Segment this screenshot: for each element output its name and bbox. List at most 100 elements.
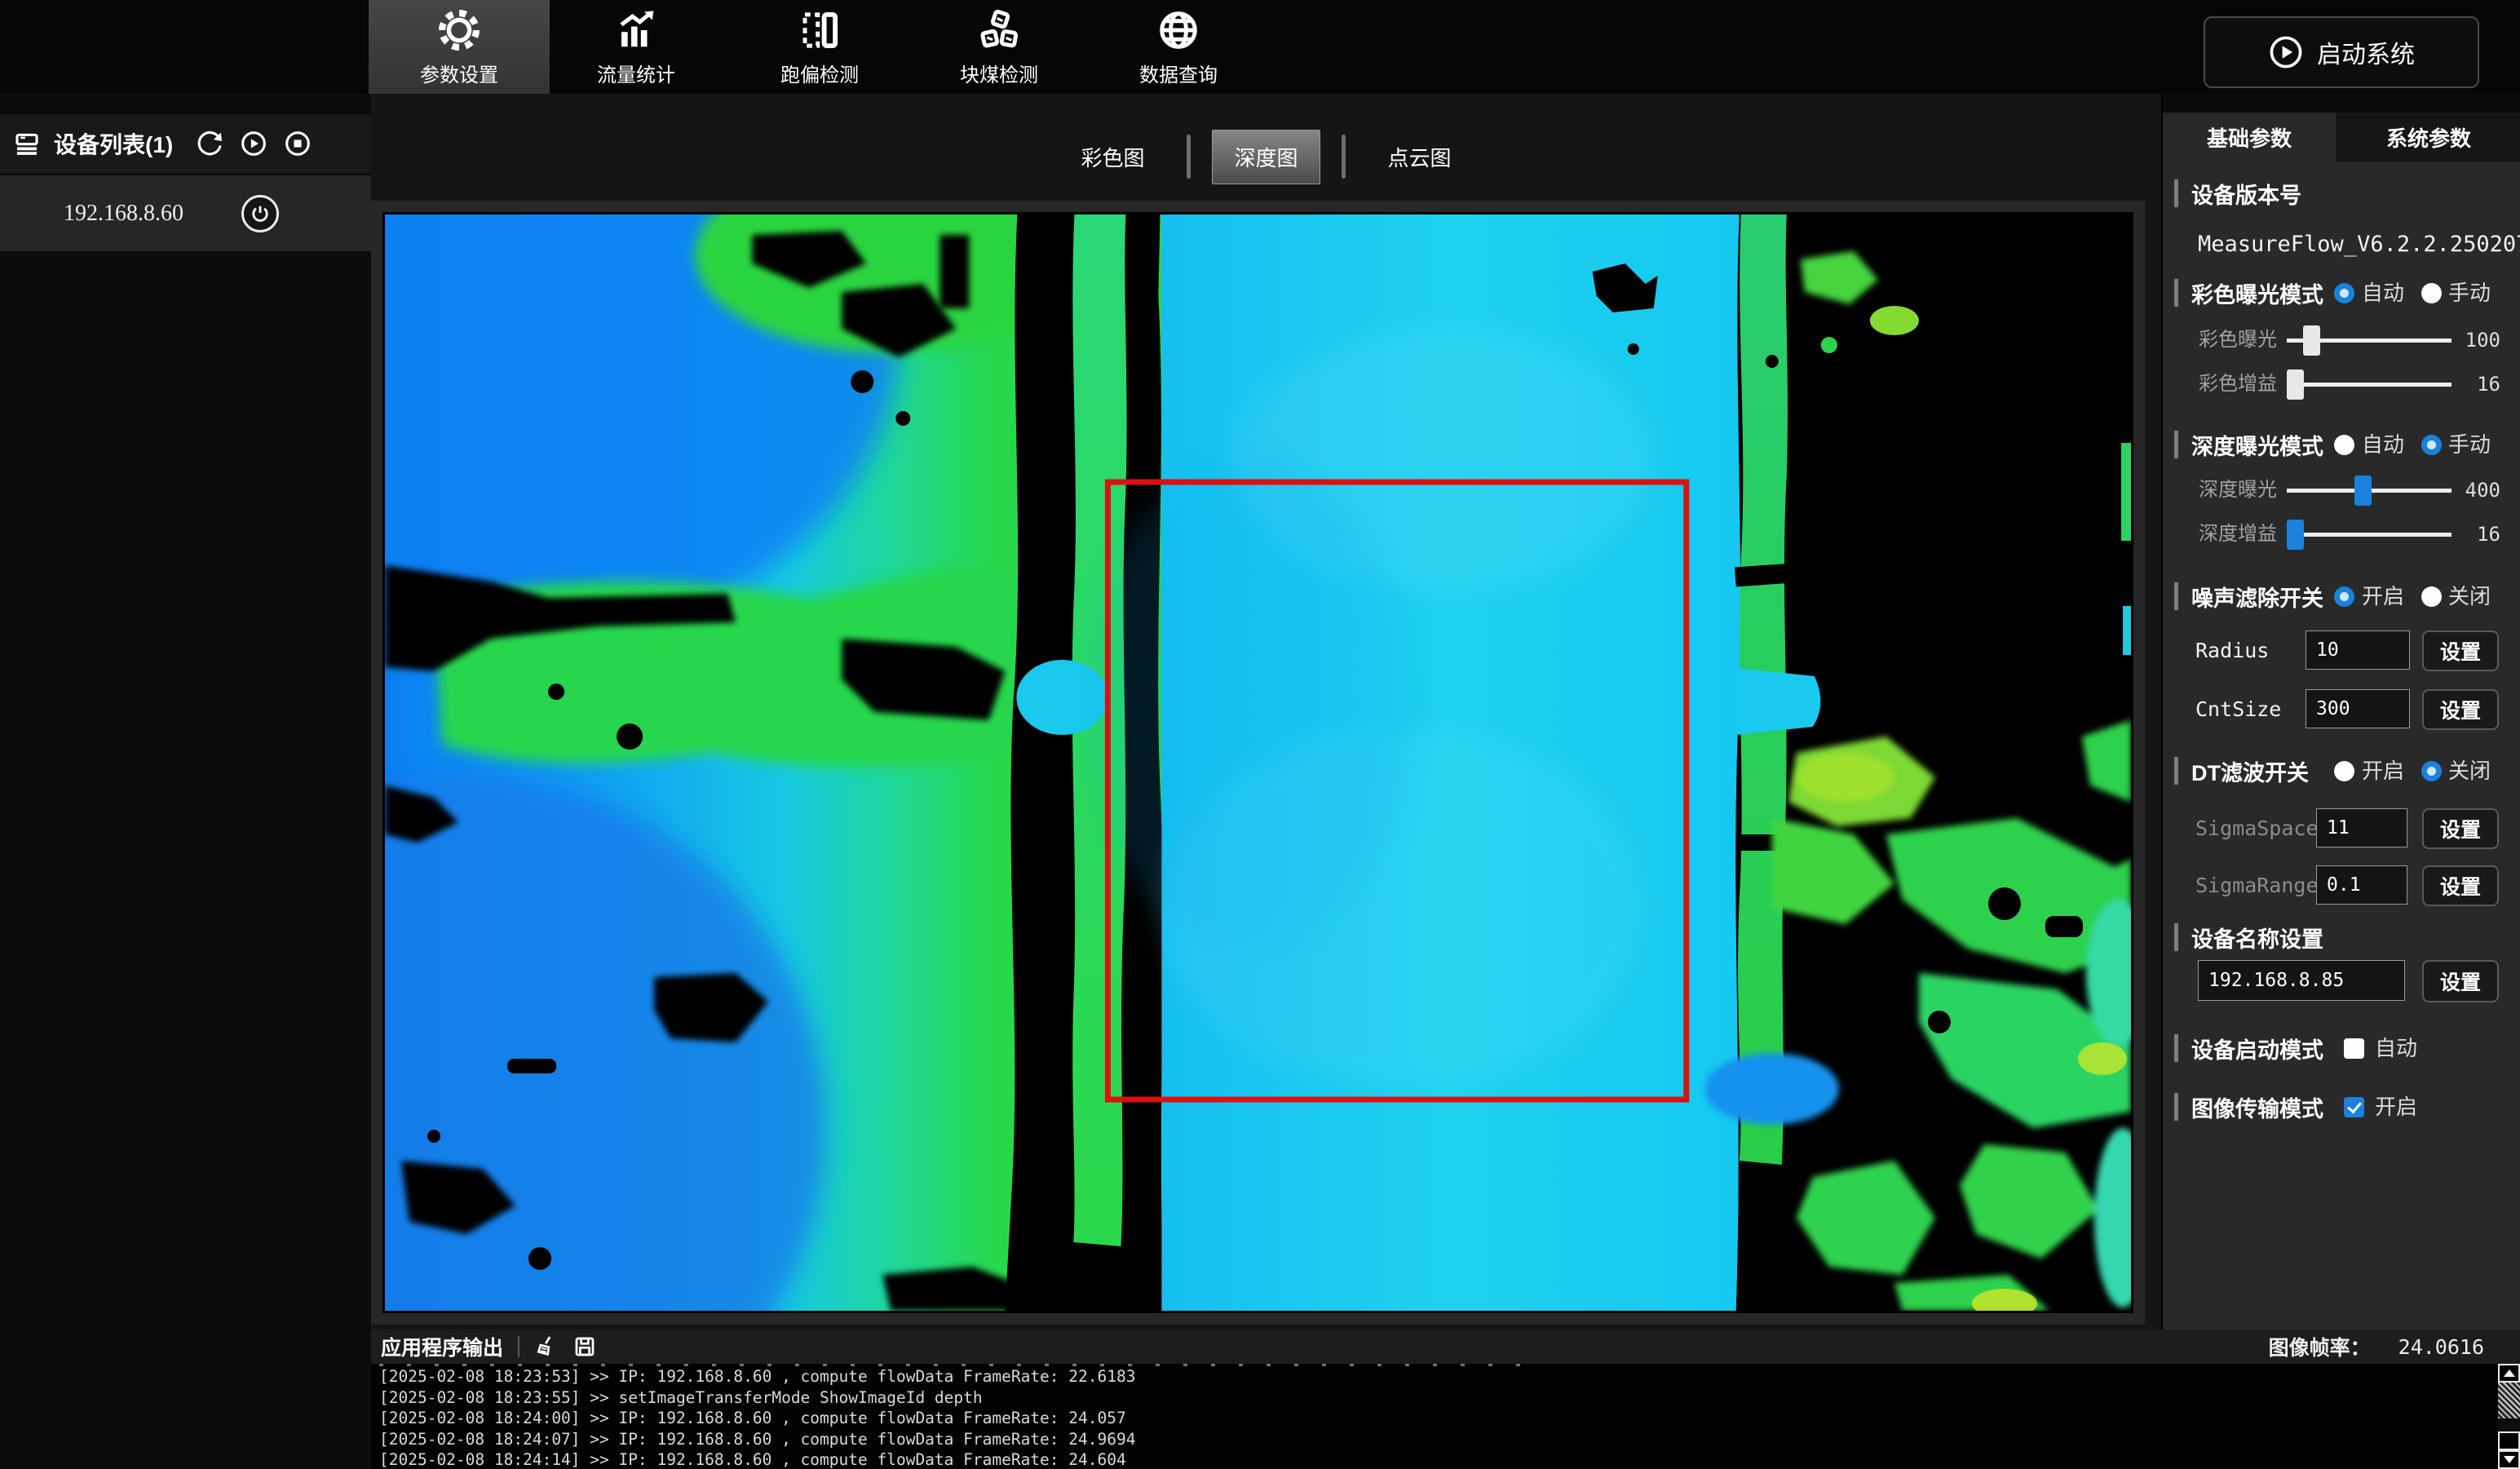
noise-filter-row: 噪声滤除开关 开启 关闭 (2163, 578, 2520, 614)
log-scrollbar[interactable] (2498, 1364, 2520, 1469)
tab-pointcloud-image[interactable]: 点云图 (1367, 131, 1473, 184)
slider-handle[interactable] (2303, 325, 2320, 356)
sigmaspace-input[interactable] (2316, 808, 2407, 847)
radio-depth-auto[interactable] (2334, 435, 2354, 455)
scrollbar-thumb[interactable] (2498, 1383, 2520, 1418)
dt-filter-row: DT滤波开关 开启 关闭 (2163, 753, 2520, 789)
field-label: SigmaSpace (2195, 808, 2319, 849)
depth-exposure-mode-row: 深度曝光模式 自动 手动 (2163, 427, 2520, 462)
save-log-icon[interactable] (570, 1332, 599, 1361)
frame-rate: 图像帧率： 24.0616 (2269, 1332, 2484, 1361)
power-icon[interactable] (241, 195, 279, 232)
scrollbar-track[interactable] (2498, 1418, 2520, 1431)
color-gain-slider-row: 彩色增益 16 (2163, 366, 2520, 402)
cntsize-set-button[interactable]: 设置 (2422, 689, 2499, 730)
slider-value: 400 (2450, 472, 2500, 508)
tab-system-params[interactable]: 系统参数 (2336, 113, 2520, 162)
radio-color-auto[interactable] (2334, 283, 2354, 303)
device-row[interactable]: 192.168.8.60 (0, 175, 371, 251)
scrollbar-block[interactable] (2498, 1431, 2520, 1450)
radio-label[interactable]: 自动 (2362, 275, 2404, 311)
radio-label[interactable]: 开启 (2362, 753, 2404, 789)
device-name-set-button[interactable]: 设置 (2422, 960, 2499, 1002)
tab-color-image[interactable]: 彩色图 (1059, 131, 1165, 184)
log-line: [2025-02-08 18:24:07] >> IP: 192.168.8.6… (371, 1429, 2520, 1450)
clear-log-icon[interactable] (533, 1332, 562, 1361)
depth-image-frame (371, 201, 2145, 1325)
start-mode-row: 设备启动模式 自动 (2163, 1030, 2520, 1066)
radio-depth-manual[interactable] (2421, 435, 2442, 455)
section-device-name: 设备名称设置 (2163, 919, 2520, 955)
tab-depth-image[interactable]: 深度图 (1212, 130, 1320, 184)
toolbar-item-deviation-detect[interactable]: 跑偏检测 (758, 0, 881, 94)
flow-stats-icon (613, 7, 659, 53)
radio-label[interactable]: 自动 (2362, 427, 2404, 462)
toolbar-item-flow-stats[interactable]: 流量统计 (575, 0, 697, 94)
toolbar-item-label: 流量统计 (597, 59, 675, 87)
section-title: 深度曝光模式 (2174, 427, 2323, 462)
checkbox-label[interactable]: 自动 (2375, 1030, 2417, 1066)
radius-set-button[interactable]: 设置 (2422, 631, 2499, 671)
start-system-button[interactable]: 启动系统 (2204, 16, 2479, 88)
device-version-value: MeasureFlow_V6.2.2.250207 (2198, 228, 2520, 261)
radio-dt-off[interactable] (2421, 761, 2442, 781)
cntsize-input[interactable] (2306, 689, 2410, 728)
toolbar-item-coal-detect[interactable]: 块煤检测 (938, 0, 1060, 94)
scroll-down-button[interactable] (2498, 1450, 2520, 1469)
depth-exposure-slider-row: 深度曝光 400 (2163, 472, 2520, 508)
radius-input[interactable] (2306, 631, 2410, 670)
color-exposure-mode-row: 彩色曝光模式 自动 手动 (2163, 275, 2520, 311)
toolbar-item-label: 数据查询 (1139, 59, 1218, 87)
depth-gain-slider[interactable] (2287, 533, 2451, 537)
log-header: 应用程序输出 图像帧率： 24.0616 (371, 1330, 2520, 1364)
sigmarange-set-button[interactable]: 设置 (2422, 865, 2499, 906)
cntsize-row: CntSize 设置 (2163, 689, 2520, 732)
slider-value: 16 (2450, 516, 2500, 552)
radio-label[interactable]: 手动 (2448, 275, 2491, 311)
color-exposure-slider[interactable] (2287, 338, 2451, 343)
radio-noise-on[interactable] (2334, 586, 2354, 607)
checkbox-label[interactable]: 开启 (2375, 1089, 2417, 1125)
stop-circle-icon[interactable] (282, 128, 313, 159)
slider-value: 16 (2450, 366, 2500, 402)
radio-color-manual[interactable] (2421, 283, 2442, 303)
color-gain-slider[interactable] (2287, 383, 2451, 387)
section-title: 噪声滤除开关 (2174, 578, 2323, 614)
coal-detect-icon (976, 7, 1022, 53)
log-line: [2025-02-08 18:24:00] >> IP: 192.168.8.6… (371, 1408, 2520, 1429)
tab-basic-params[interactable]: 基础参数 (2163, 113, 2336, 162)
refresh-icon[interactable] (194, 128, 225, 159)
chevron-down-icon (2504, 1456, 2515, 1463)
play-circle-icon[interactable] (238, 128, 269, 159)
sigmaspace-set-button[interactable]: 设置 (2422, 808, 2499, 849)
toolbar-item-data-query[interactable]: 数据查询 (1117, 0, 1240, 94)
depth-exposure-slider[interactable] (2287, 489, 2451, 493)
radio-label[interactable]: 手动 (2448, 427, 2491, 462)
app-window: 参数设置 流量统计 跑偏检测 块煤检测 数据查询 (0, 0, 2520, 1469)
radio-noise-off[interactable] (2421, 586, 2442, 607)
section-title: 图像传输模式 (2174, 1089, 2323, 1125)
toolbar-item-param-settings[interactable]: 参数设置 (369, 0, 550, 94)
frame-rate-value: 24.0616 (2398, 1335, 2484, 1359)
slider-handle[interactable] (2287, 520, 2304, 550)
depth-image-canvas[interactable] (382, 212, 2133, 1313)
radio-label[interactable]: 开启 (2362, 578, 2404, 614)
log-line: [2025-02-08 18:24:14] >> IP: 192.168.8.6… (371, 1449, 2520, 1469)
start-mode-checkbox[interactable] (2344, 1038, 2364, 1059)
scroll-up-button[interactable] (2498, 1364, 2520, 1383)
slider-label: 深度增益 (2192, 516, 2277, 552)
sigmarange-input[interactable] (2316, 865, 2407, 905)
viewer-area: 彩色图 深度图 点云图 (371, 94, 2161, 1330)
slider-handle[interactable] (2287, 369, 2304, 400)
sigmaspace-row: SigmaSpace 设置 (2163, 808, 2520, 851)
radio-label[interactable]: 关闭 (2448, 753, 2491, 789)
radio-label[interactable]: 关闭 (2448, 578, 2491, 614)
log-output: [2025-02-08 18:23:53] >> IP: 192.168.8.6… (371, 1364, 2520, 1469)
slider-value: 100 (2450, 322, 2500, 358)
transfer-mode-checkbox[interactable] (2344, 1097, 2364, 1117)
frame-rate-label: 图像帧率： (2269, 1332, 2371, 1361)
device-name-input[interactable] (2198, 960, 2405, 1001)
slider-handle[interactable] (2354, 476, 2372, 506)
start-system-label: 启动系统 (2317, 34, 2415, 70)
radio-dt-on[interactable] (2334, 761, 2354, 781)
